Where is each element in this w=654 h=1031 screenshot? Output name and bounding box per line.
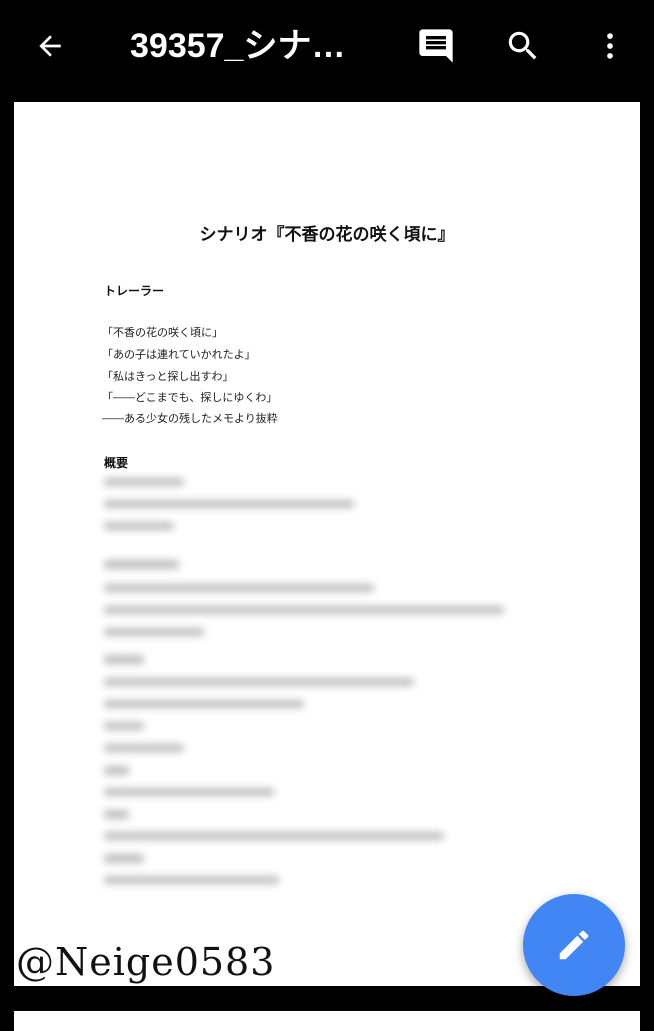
trailer-line: 「私はきっと探し出すわ」 [102, 370, 234, 383]
trailer-line: ――ある少女の残したメモより抜粋 [102, 412, 278, 425]
scenario-title: シナリオ『不香の花の咲く頃に』 [199, 225, 455, 245]
trailer-line: 「不香の花の咲く頃に」 [102, 326, 223, 339]
comment-icon [419, 29, 453, 63]
edit-pencil-icon [559, 930, 589, 960]
app-bar: 39357_シナ… [0, 0, 654, 92]
document-page[interactable]: シナリオ『不香の花の咲く頃に』 トレーラー 「不香の花の咲く頃に」 「あの子は連… [14, 102, 640, 986]
back-button[interactable] [22, 18, 78, 74]
comments-button[interactable] [408, 18, 464, 74]
watermark: @Neige0583 [16, 940, 276, 984]
trailer-heading: トレーラー [104, 284, 165, 298]
next-document-page[interactable] [14, 1011, 640, 1031]
trailer-line: 「――どこまでも、探しにゆくわ」 [102, 391, 278, 404]
trailer-line: 「あの子は連れていかれたよ」 [102, 348, 256, 361]
back-arrow-icon [39, 35, 61, 57]
overview-heading: 概要 [104, 456, 129, 470]
more-options-button[interactable] [582, 18, 638, 74]
more-vert-icon [607, 33, 613, 59]
edit-button[interactable] [523, 894, 625, 996]
document-title: 39357_シナ… [130, 27, 346, 65]
search-icon [508, 31, 537, 60]
search-button[interactable] [495, 18, 551, 74]
